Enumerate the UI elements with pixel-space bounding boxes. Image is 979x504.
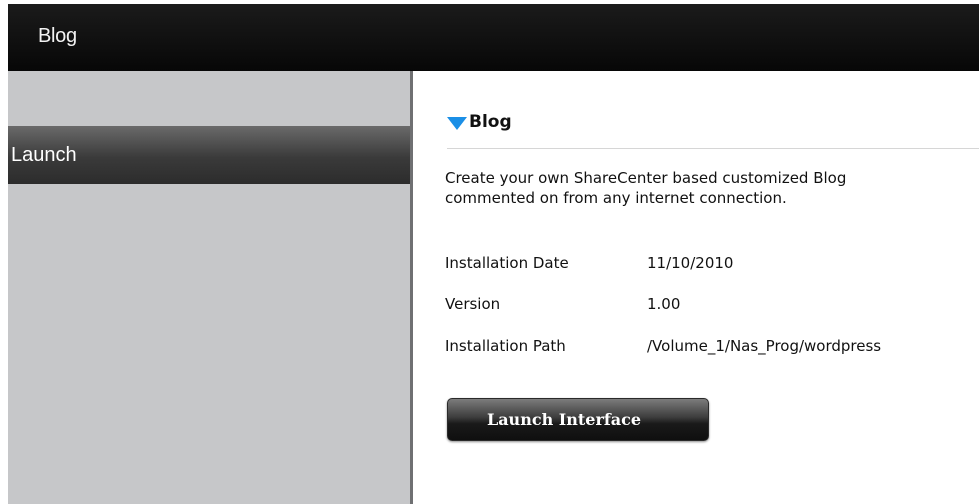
- version-label: Version: [445, 295, 501, 313]
- installation-path-label: Installation Path: [445, 337, 566, 355]
- header-bar: Blog: [8, 4, 979, 71]
- section-title: Blog: [469, 112, 512, 132]
- page-title: Blog: [38, 25, 77, 47]
- description: Create your own ShareCenter based custom…: [445, 168, 979, 208]
- launch-interface-button[interactable]: Launch Interface: [447, 398, 709, 441]
- sidebar-item-launch[interactable]: Launch: [8, 126, 410, 184]
- section-divider: [447, 148, 979, 149]
- main-panel: Blog Create your own ShareCenter based c…: [413, 71, 979, 504]
- installation-date-value: 11/10/2010: [647, 254, 734, 272]
- sidebar-item-label: Launch: [11, 144, 77, 166]
- description-line: Create your own ShareCenter based custom…: [445, 169, 847, 187]
- version-value: 1.00: [647, 295, 681, 313]
- description-line: commented on from any internet connectio…: [445, 189, 787, 207]
- triangle-down-icon[interactable]: [447, 117, 467, 130]
- sidebar: Launch: [8, 71, 410, 504]
- installation-date-label: Installation Date: [445, 254, 569, 272]
- app-frame: Blog Launch Blog Create your own ShareCe…: [8, 4, 979, 504]
- installation-path-value: /Volume_1/Nas_Prog/wordpress: [647, 337, 882, 355]
- launch-interface-button-label: Launch Interface: [486, 410, 642, 429]
